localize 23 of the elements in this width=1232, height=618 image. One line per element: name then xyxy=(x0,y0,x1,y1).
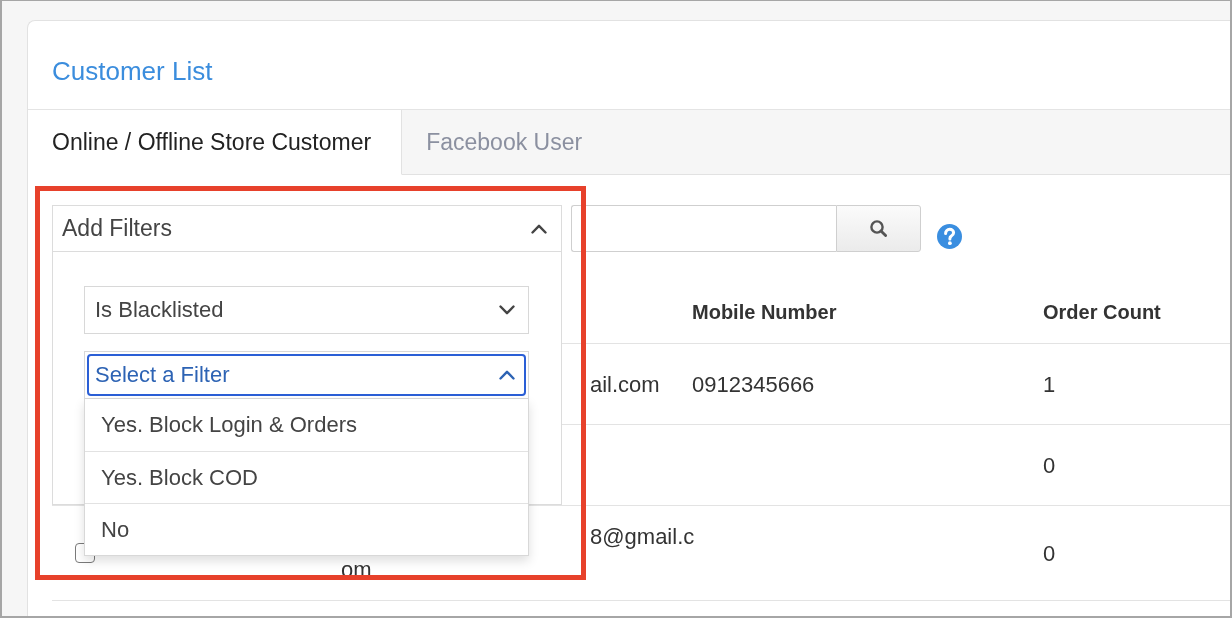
filter-field-dropdown[interactable]: Is Blacklisted xyxy=(84,286,529,334)
page-title: Customer List xyxy=(52,55,213,87)
table-cell-text: 1 xyxy=(1043,370,1056,399)
table-cell-text: 0 xyxy=(1043,539,1056,568)
help-icon[interactable] xyxy=(937,224,962,249)
dropdown-option[interactable]: Yes. Block Login & Orders xyxy=(85,399,528,451)
email-text: ail.com xyxy=(590,370,660,399)
email-text: 8@gmail.c xyxy=(590,523,695,551)
dropdown-option[interactable]: Yes. Block COD xyxy=(85,451,528,503)
tab[interactable]: Online / Offline Store Customer xyxy=(28,110,403,175)
search-icon xyxy=(870,220,887,237)
search-button[interactable] xyxy=(836,205,921,252)
dropdown-option[interactable]: No xyxy=(85,503,528,555)
chevron-up-icon xyxy=(499,370,515,380)
table-cell-text: 0912345666 xyxy=(692,370,815,399)
column-header: Order Count xyxy=(1043,300,1161,325)
search-field[interactable] xyxy=(571,205,836,252)
table-cell-text: 0 xyxy=(1043,451,1056,480)
chevron-down-icon xyxy=(499,305,515,315)
filter-value-dropdown[interactable]: Select a Filter xyxy=(84,351,529,399)
filter-toggle[interactable]: Add Filters xyxy=(52,205,562,252)
chevron-up-icon xyxy=(531,223,547,234)
column-header: Mobile Number xyxy=(692,300,837,325)
